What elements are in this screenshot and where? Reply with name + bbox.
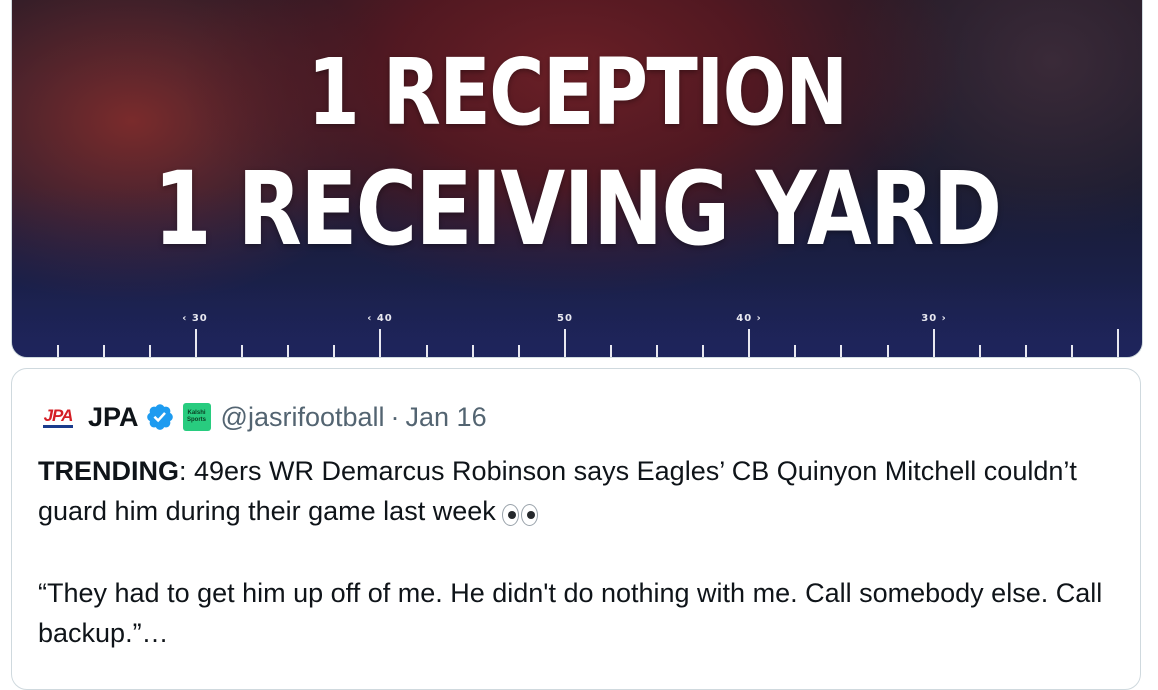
yard-tick — [472, 345, 474, 357]
yard-tick — [610, 345, 612, 357]
affiliate-badge-text: Kalshi — [187, 410, 206, 416]
author-avatar[interactable]: JPA — [38, 402, 78, 432]
yard-tick — [1025, 345, 1027, 357]
quoted-tweet[interactable]: JPA JPA Kalshi Sports @jasrifootball · J… — [11, 368, 1141, 690]
tweet-text-1: : 49ers WR Demarcus Robinson says Eagles… — [38, 456, 1077, 526]
author-handle[interactable]: @jasrifootball — [221, 402, 385, 433]
yard-tick — [57, 345, 59, 357]
yard-tick — [702, 345, 704, 357]
yard-tick — [195, 329, 197, 357]
tweet-paragraph-1: TRENDING: 49ers WR Demarcus Robinson say… — [38, 451, 1118, 533]
yard-tick — [287, 345, 289, 357]
yard-marker: 40 › — [736, 313, 762, 324]
yard-tick — [1071, 345, 1073, 357]
headline-line-2: 1 RECEIVING YARD — [153, 150, 1002, 269]
yard-tick — [103, 345, 105, 357]
yard-tick — [518, 345, 520, 357]
yard-line-graphic: ‹ 30 ‹ 40 50 40 › 30 › — [12, 309, 1142, 357]
yard-tick — [748, 329, 750, 357]
media-image[interactable]: 1 RECEPTION 1 RECEIVING YARD ‹ 30 ‹ 40 5… — [11, 0, 1143, 358]
yard-tick — [379, 329, 381, 357]
eyes-emoji-icon — [501, 493, 540, 533]
affiliate-badge-icon[interactable]: Kalshi Sports — [182, 403, 211, 431]
yard-tick — [426, 345, 428, 357]
yard-marker: ‹ 30 — [182, 313, 208, 324]
header-separator: · — [390, 401, 400, 432]
yard-marker: ‹ 40 — [367, 313, 393, 324]
quoted-tweet-header: JPA JPA Kalshi Sports @jasrifootball · J… — [38, 399, 487, 435]
headline-line-1: 1 RECEPTION — [307, 39, 848, 146]
yard-tick — [656, 345, 658, 357]
yard-tick — [840, 345, 842, 357]
avatar-logo-text: JPA — [42, 406, 74, 428]
tweet-paragraph-2: “They had to get him up off of me. He di… — [38, 577, 1103, 648]
yard-marker: 30 › — [921, 313, 947, 324]
yard-tick — [1117, 329, 1119, 357]
tweet-date[interactable]: Jan 16 — [406, 402, 487, 433]
author-name[interactable]: JPA — [88, 402, 139, 433]
trending-label: TRENDING — [38, 456, 179, 486]
yard-tick — [887, 345, 889, 357]
verified-badge-icon — [146, 404, 173, 430]
yard-tick — [241, 345, 243, 357]
yard-tick — [564, 329, 566, 357]
yard-tick — [149, 345, 151, 357]
yard-tick — [933, 329, 935, 357]
yard-marker: 50 — [557, 313, 573, 324]
quoted-tweet-text: TRENDING: 49ers WR Demarcus Robinson say… — [38, 451, 1118, 653]
yard-tick — [333, 345, 335, 357]
yard-tick — [979, 345, 981, 357]
yard-tick — [794, 345, 796, 357]
affiliate-badge-text: Sports — [187, 417, 207, 423]
